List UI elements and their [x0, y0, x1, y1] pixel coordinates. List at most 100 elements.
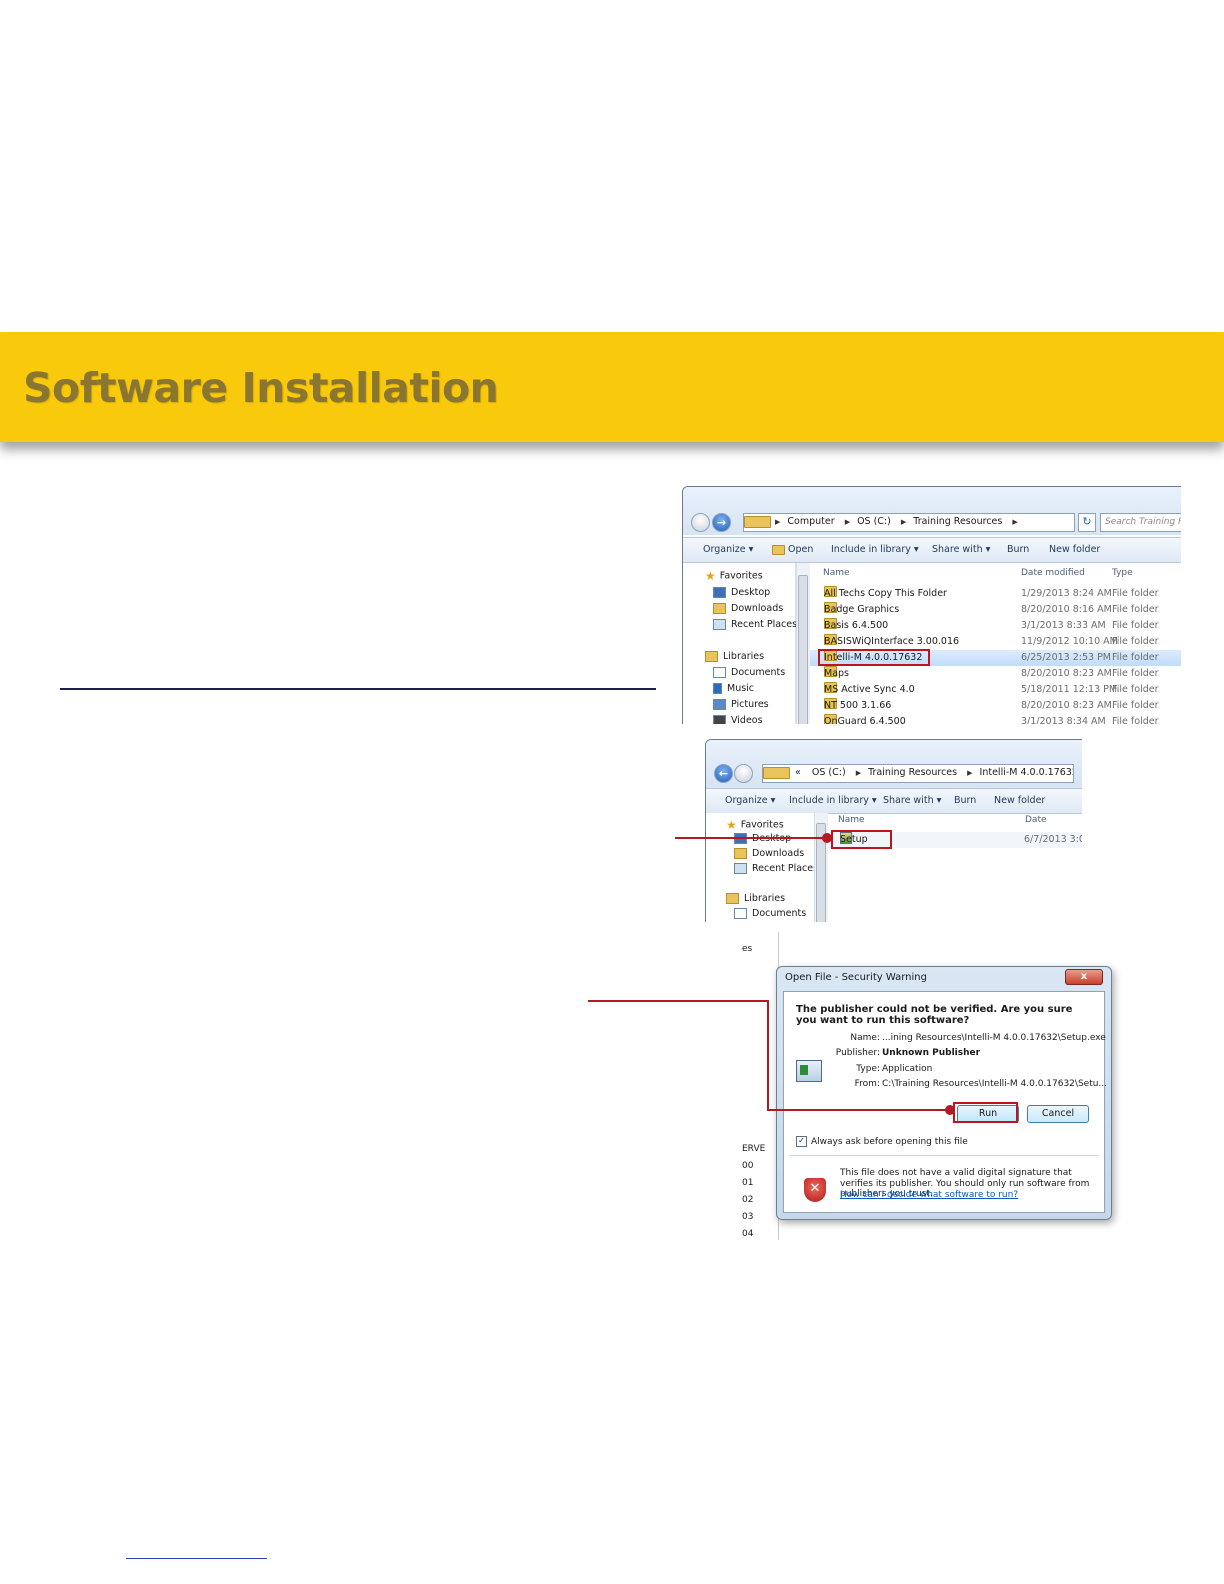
- list-item[interactable]: NT 500 3.1.66 8/20/2010 8:23 AM File folde…: [810, 698, 1181, 714]
- nav-videos[interactable]: Videos: [713, 715, 763, 724]
- nav-documents[interactable]: Documents: [734, 908, 806, 919]
- highlight-intelli-m-folder: [818, 649, 930, 666]
- column-name[interactable]: Name: [838, 810, 865, 830]
- cancel-button[interactable]: Cancel: [1027, 1105, 1089, 1123]
- explorer-window-intelli-m: ← « OS (C:) ▶ Training Resources ▶ Intelli…: [705, 739, 1082, 922]
- breadcrumb-computer[interactable]: Computer: [781, 514, 840, 530]
- star-icon: ★: [726, 818, 737, 832]
- scrollbar-thumb[interactable]: [798, 575, 808, 724]
- dialog-body: The publisher could not be verified. Are…: [783, 991, 1107, 1213]
- breadcrumb-intelli-m[interactable]: Intelli-M 4.0.0.17632: [974, 765, 1073, 781]
- navigation-pane: ★Favorites Desktop Downloads Recent Plac…: [706, 813, 818, 922]
- recent-places-icon: [734, 863, 747, 874]
- nav-recent-places[interactable]: Recent Places: [734, 863, 818, 874]
- open-button[interactable]: Open: [772, 538, 813, 562]
- nav-libraries[interactable]: Libraries: [726, 893, 785, 904]
- nav-documents[interactable]: Documents: [713, 667, 785, 678]
- column-date-modified[interactable]: Date modified: [1021, 563, 1085, 583]
- back-button[interactable]: ←: [714, 764, 733, 783]
- always-ask-checkbox[interactable]: ✓ Always ask before opening this file: [796, 1136, 968, 1147]
- section-banner: Software Installation: [0, 332, 1224, 442]
- dialog-title: Open File - Security Warning: [785, 972, 927, 983]
- callout-line-run-a: [588, 1000, 768, 1002]
- list-item[interactable]: Basis 6.4.500 3/1/2013 8:33 AM File folder: [810, 618, 1181, 634]
- callout-dot-run: [945, 1105, 955, 1115]
- videos-icon: [713, 715, 726, 724]
- burn-button[interactable]: Burn: [1007, 538, 1029, 562]
- nav-downloads[interactable]: Downloads: [734, 848, 804, 859]
- section-title: Software Installation: [23, 364, 499, 412]
- highlight-setup-file: [831, 830, 892, 849]
- breadcrumb-os-c[interactable]: OS (C:): [806, 765, 852, 781]
- organize-menu[interactable]: Organize ▾: [725, 789, 775, 813]
- nav-favorites[interactable]: ★ Favorites: [726, 818, 784, 832]
- background-window-strip: es ERVE 00 01 02 03 04: [742, 932, 779, 1240]
- folder-icon: [744, 515, 771, 528]
- application-icon: [796, 1060, 822, 1082]
- dialog-divider: [790, 1155, 1098, 1156]
- search-input[interactable]: Search Training Re: [1100, 513, 1181, 532]
- documents-icon: [734, 908, 747, 919]
- list-item[interactable]: Maps 8/20/2010 8:23 AM File folder: [810, 666, 1181, 682]
- forward-button[interactable]: [734, 764, 753, 783]
- breadcrumb-overflow[interactable]: «: [793, 765, 803, 781]
- folder-icon: [763, 766, 790, 779]
- navigation-scrollbar[interactable]: [796, 563, 810, 724]
- divider-rule: [60, 688, 656, 690]
- column-headers: Name Date modified: [828, 810, 1082, 845]
- close-button[interactable]: x: [1065, 969, 1103, 985]
- callout-line-run-c: [767, 1109, 951, 1111]
- navigation-scrollbar[interactable]: [814, 813, 828, 922]
- open-folder-icon: [772, 544, 785, 555]
- breadcrumb-training-resources[interactable]: Training Resources: [907, 514, 1008, 530]
- nav-recent-places[interactable]: Recent Places: [713, 619, 797, 630]
- recent-places-icon: [713, 619, 726, 630]
- dialog-question: The publisher could not be verified. Are…: [796, 1004, 1073, 1026]
- libraries-icon: [705, 651, 718, 662]
- downloads-icon: [713, 603, 726, 614]
- back-button[interactable]: [691, 513, 710, 532]
- callout-line-setup: [675, 837, 827, 839]
- address-bar-area: → ▶ Computer ▶ OS (C:) ▶ Training Resources…: [683, 487, 1181, 535]
- breadcrumb-os-c[interactable]: OS (C:): [851, 514, 897, 530]
- callout-line-run-b: [767, 1000, 769, 1111]
- list-item[interactable]: BASISWiQInterface 3.00.016 11/9/2012 10:1…: [810, 634, 1181, 650]
- nav-libraries[interactable]: Libraries: [705, 651, 764, 662]
- nav-desktop[interactable]: Desktop: [713, 587, 770, 598]
- list-item[interactable]: MS Active Sync 4.0 5/18/2011 12:13 PM File…: [810, 682, 1181, 698]
- nav-music[interactable]: Music: [713, 683, 754, 694]
- address-bar[interactable]: « OS (C:) ▶ Training Resources ▶ Intelli-M…: [762, 764, 1074, 783]
- forward-button[interactable]: →: [712, 513, 731, 532]
- callout-dot-setup: [822, 833, 832, 843]
- help-link[interactable]: How can I decide what software to run?: [840, 1190, 1018, 1200]
- shield-error-icon: ✕: [804, 1178, 826, 1202]
- column-name[interactable]: Name: [823, 563, 850, 583]
- address-bar[interactable]: ▶ Computer ▶ OS (C:) ▶ Training Resources ▶: [743, 513, 1075, 532]
- list-item[interactable]: Badge Graphics 8/20/2010 8:16 AM File fold…: [810, 602, 1181, 618]
- nav-pictures[interactable]: Pictures: [713, 699, 769, 710]
- pictures-icon: [713, 699, 726, 710]
- security-warning-dialog: Open File - Security Warning x The publi…: [776, 966, 1112, 1220]
- explorer-window-training-resources: → ▶ Computer ▶ OS (C:) ▶ Training Resources…: [682, 486, 1181, 724]
- include-in-library-menu[interactable]: Include in library ▾: [831, 538, 919, 562]
- downloads-icon: [734, 848, 747, 859]
- breadcrumb-training-resources[interactable]: Training Resources: [862, 765, 963, 781]
- new-folder-button[interactable]: New folder: [1049, 538, 1100, 562]
- list-item[interactable]: All Techs Copy This Folder 1/29/2013 8:24…: [810, 586, 1181, 602]
- address-bar-area: ← « OS (C:) ▶ Training Resources ▶ Intelli…: [706, 740, 1082, 788]
- refresh-icon[interactable]: ↻: [1078, 513, 1096, 532]
- highlight-run-button: [953, 1102, 1018, 1123]
- footer-underline: [126, 1558, 267, 1559]
- list-item[interactable]: OnGuard 6.4.500 3/1/2013 8:34 AM File fold…: [810, 714, 1181, 724]
- nav-downloads[interactable]: Downloads: [713, 603, 783, 614]
- share-with-menu[interactable]: Share with ▾: [932, 538, 990, 562]
- command-bar: Organize ▾ Open Include in library ▾ Sha…: [683, 537, 1181, 563]
- column-type[interactable]: Type: [1112, 563, 1133, 583]
- navigation-pane: ★Favorites Desktop Downloads Recent Plac…: [683, 563, 797, 724]
- music-icon: [713, 683, 722, 694]
- nav-favorites[interactable]: ★ Favorites: [705, 569, 763, 583]
- desktop-icon: [713, 587, 726, 598]
- organize-menu[interactable]: Organize ▾: [703, 538, 753, 562]
- documents-icon: [713, 667, 726, 678]
- star-icon: ★: [705, 569, 716, 583]
